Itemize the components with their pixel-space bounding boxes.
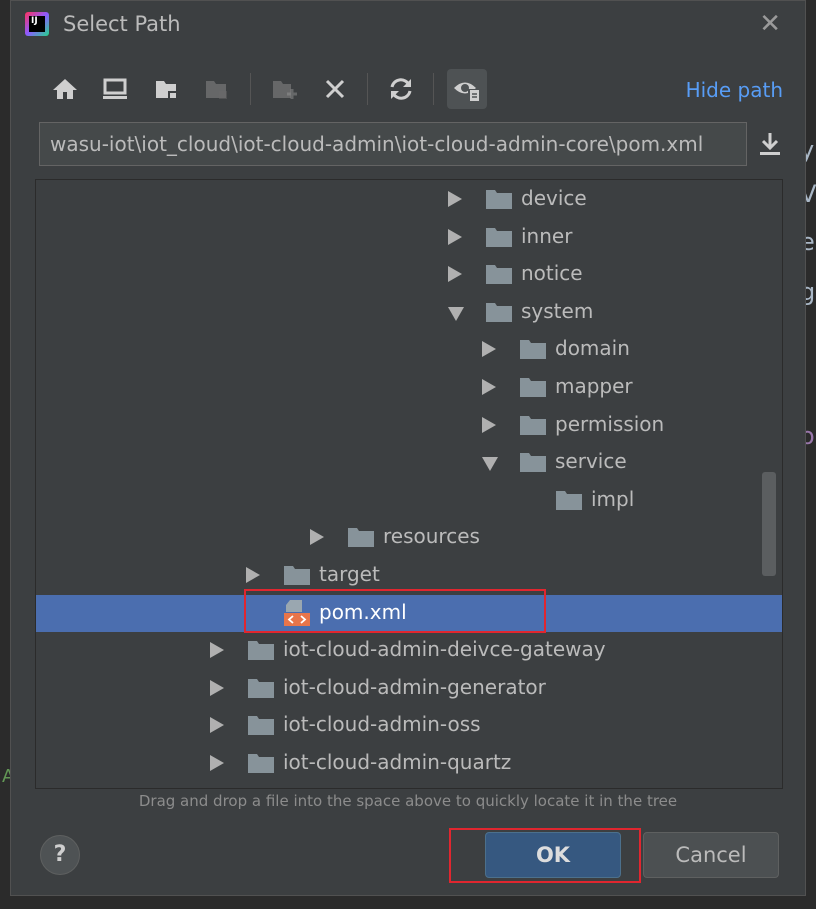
file-tree[interactable]: device inner notice system domain mapper permi… <box>35 179 783 789</box>
tree-item-label: inner <box>521 223 573 248</box>
collapsed-arrow-icon[interactable] <box>482 379 496 395</box>
tree-item-folder[interactable]: domain <box>36 331 782 368</box>
tree-item-label: resources <box>383 524 480 549</box>
hide-path-link[interactable]: Hide path <box>686 78 783 102</box>
home-icon[interactable] <box>45 69 85 109</box>
toolbar-separator <box>367 73 368 105</box>
folder-icon <box>520 339 546 360</box>
collapsed-arrow-icon[interactable] <box>482 341 496 358</box>
project-folder-icon[interactable] <box>147 69 187 109</box>
expanded-arrow-icon[interactable] <box>482 457 498 472</box>
folder-icon <box>486 189 512 209</box>
tree-item-folder[interactable]: target <box>36 557 782 594</box>
refresh-icon[interactable] <box>381 69 421 109</box>
desktop-icon[interactable] <box>95 69 135 109</box>
folder-icon <box>520 452 546 473</box>
folder-icon <box>248 715 274 736</box>
tree-item-folder[interactable]: notice <box>36 256 782 293</box>
tree-item-label: iot-cloud-admin-quartz <box>283 750 512 774</box>
help-button[interactable]: ? <box>40 835 80 875</box>
collapsed-arrow-icon[interactable] <box>210 679 224 696</box>
tree-item-folder[interactable]: iot-cloud-admin-deivce-gateway <box>36 632 782 669</box>
tree-item-folder[interactable]: resources <box>36 519 782 556</box>
folder-icon <box>556 490 582 510</box>
tree-item-label: impl <box>591 486 635 511</box>
tree-item-folder[interactable]: inner <box>36 219 782 256</box>
tree-item-folder[interactable]: system <box>36 294 782 331</box>
collapsed-arrow-icon[interactable] <box>210 755 224 771</box>
tree-item-label: device <box>521 186 587 210</box>
tree-item-label: domain <box>555 336 630 361</box>
toolbar-separator <box>250 73 251 105</box>
expanded-arrow-icon[interactable] <box>448 306 464 321</box>
drag-drop-hint: Drag and drop a file into the space abov… <box>138 792 678 810</box>
toolbar <box>43 69 503 113</box>
tree-item-folder[interactable]: iot-cloud-admin-oss <box>36 707 782 744</box>
collapsed-arrow-icon[interactable] <box>246 567 260 583</box>
tree-item-label: pom.xml <box>319 599 407 624</box>
folder-icon <box>248 640 274 661</box>
folder-icon <box>520 415 546 435</box>
tree-item-label: iot-cloud-admin-deivce-gateway <box>283 637 606 662</box>
collapsed-arrow-icon[interactable] <box>448 191 462 207</box>
toolbar-separator <box>433 73 434 105</box>
tree-item-label: iot-cloud-admin-generator <box>283 674 546 699</box>
folder-icon <box>284 565 310 585</box>
xml-file-icon <box>284 599 310 627</box>
collapsed-arrow-icon[interactable] <box>210 642 224 659</box>
tree-item-folder[interactable]: mapper <box>36 369 782 406</box>
collapsed-arrow-icon[interactable] <box>482 416 496 433</box>
title-bar: IJ Select Path ✕ <box>11 1 805 49</box>
tree-item-folder[interactable]: permission <box>36 407 782 444</box>
tree-item-label: notice <box>521 261 583 286</box>
select-path-dialog: IJ Select Path ✕ Hide path wasu-iot\iot_… <box>10 0 806 896</box>
dialog-title: Select Path <box>63 12 181 36</box>
tree-item-folder[interactable]: impl <box>36 482 782 519</box>
ok-button[interactable]: OK <box>485 832 621 878</box>
tree-item-label: mapper <box>555 374 633 398</box>
tree-item-label: system <box>521 298 594 323</box>
cancel-button[interactable]: Cancel <box>643 832 779 878</box>
collapsed-arrow-icon[interactable] <box>310 529 324 546</box>
collapsed-arrow-icon[interactable] <box>448 228 462 245</box>
folder-icon <box>248 678 274 698</box>
tree-item-folder[interactable]: iot-cloud-admin-quartz <box>36 745 782 782</box>
tree-item-folder[interactable]: device <box>36 181 782 218</box>
folder-icon <box>348 527 374 548</box>
tree-scrollbar[interactable] <box>762 472 776 576</box>
module-folder-icon[interactable] <box>197 69 237 109</box>
download-icon[interactable] <box>755 129 785 159</box>
tree-item-folder[interactable]: iot-cloud-admin-generator <box>36 670 782 707</box>
show-hidden-icon[interactable] <box>447 69 487 109</box>
folder-icon <box>486 302 512 322</box>
tree-item-label: service <box>555 449 627 474</box>
path-input[interactable]: wasu-iot\iot_cloud\iot-cloud-admin\iot-c… <box>39 122 747 166</box>
folder-icon <box>486 227 512 247</box>
tree-item-label: target <box>319 562 380 586</box>
tree-item-label: iot-cloud-admin-oss <box>283 712 481 737</box>
folder-icon <box>486 264 512 285</box>
delete-icon[interactable] <box>315 69 355 109</box>
tree-item-folder[interactable]: service <box>36 444 782 481</box>
collapsed-arrow-icon[interactable] <box>210 717 224 734</box>
intellij-app-icon: IJ <box>25 12 49 36</box>
tree-item-label: permission <box>555 411 665 436</box>
close-icon[interactable]: ✕ <box>759 9 781 39</box>
folder-icon <box>520 377 546 397</box>
new-folder-icon[interactable] <box>265 69 305 109</box>
folder-icon <box>248 753 274 773</box>
collapsed-arrow-icon[interactable] <box>448 266 462 283</box>
tree-item-file[interactable]: pom.xml <box>36 594 782 632</box>
